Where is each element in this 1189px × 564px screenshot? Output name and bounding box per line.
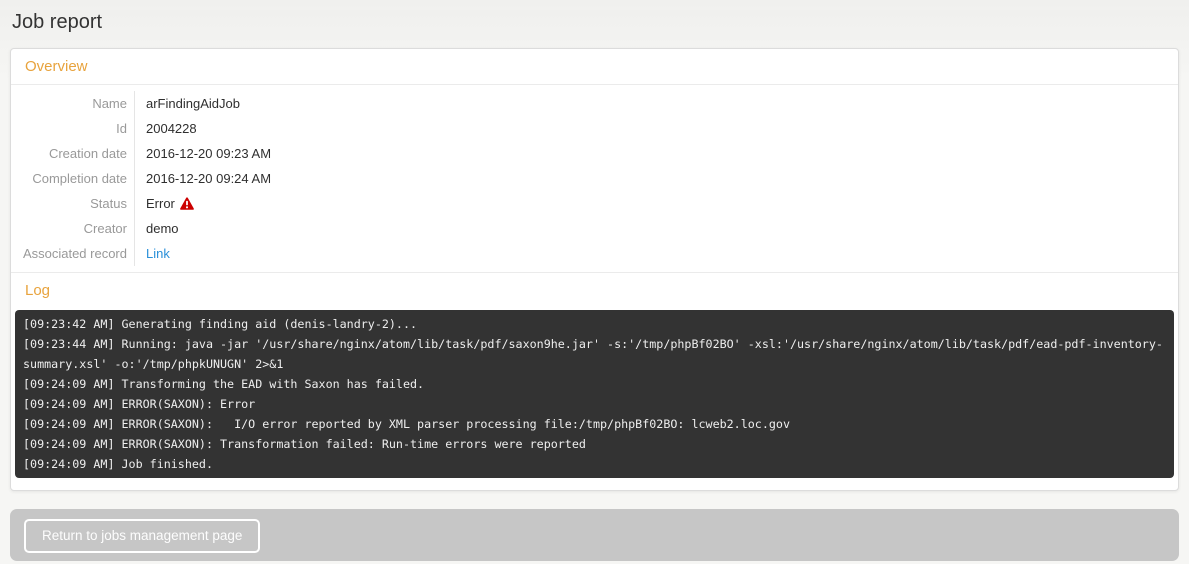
log-line: [09:23:44 AM] Running: java -jar '/usr/s…: [23, 334, 1166, 374]
job-report-panel: Overview Name arFindingAidJob Id 2004228…: [10, 48, 1179, 491]
field-label: Creation date: [11, 141, 135, 166]
table-row-associated-record: Associated record Link: [11, 241, 1178, 266]
log-line: [09:24:09 AM] Job finished.: [23, 454, 1166, 474]
page-title: Job report: [12, 10, 1179, 34]
field-value: arFindingAidJob: [135, 91, 240, 116]
field-value: 2004228: [135, 116, 197, 141]
job-log-console: [09:23:42 AM] Generating finding aid (de…: [15, 310, 1174, 478]
status-text: Error: [146, 196, 175, 211]
actions-bar: Return to jobs management page: [10, 509, 1179, 561]
associated-record-link[interactable]: Link: [146, 246, 170, 261]
warning-icon: [180, 193, 194, 218]
field-label: Id: [11, 116, 135, 141]
log-line: [09:24:09 AM] ERROR(SAXON): Error: [23, 394, 1166, 414]
table-row-name: Name arFindingAidJob: [11, 91, 1178, 116]
field-label: Completion date: [11, 166, 135, 191]
field-label: Name: [11, 91, 135, 116]
field-value: 2016-12-20 09:23 AM: [135, 141, 271, 166]
field-label: Creator: [11, 216, 135, 241]
field-label: Associated record: [11, 241, 135, 266]
table-row-creation-date: Creation date 2016-12-20 09:23 AM: [11, 141, 1178, 166]
field-label: Status: [11, 191, 135, 216]
field-value: Link: [135, 241, 170, 266]
table-row-id: Id 2004228: [11, 116, 1178, 141]
table-row-status: Status Error: [11, 191, 1178, 216]
field-value: demo: [135, 216, 179, 241]
log-line: [09:24:09 AM] ERROR(SAXON): I/O error re…: [23, 414, 1166, 434]
log-line: [09:23:42 AM] Generating finding aid (de…: [23, 314, 1166, 334]
table-row-creator: Creator demo: [11, 216, 1178, 241]
log-section-heading: Log: [11, 273, 1178, 308]
status-value: Error: [135, 191, 194, 216]
overview-section-heading: Overview: [11, 49, 1178, 85]
job-report-page: Job report Overview Name arFindingAidJob…: [0, 10, 1189, 561]
log-line: [09:24:09 AM] Transforming the EAD with …: [23, 374, 1166, 394]
field-value: 2016-12-20 09:24 AM: [135, 166, 271, 191]
overview-table: Name arFindingAidJob Id 2004228 Creation…: [11, 85, 1178, 272]
return-to-jobs-button[interactable]: Return to jobs management page: [24, 519, 260, 553]
table-row-completion-date: Completion date 2016-12-20 09:24 AM: [11, 166, 1178, 191]
log-line: [09:24:09 AM] ERROR(SAXON): Transformati…: [23, 434, 1166, 454]
